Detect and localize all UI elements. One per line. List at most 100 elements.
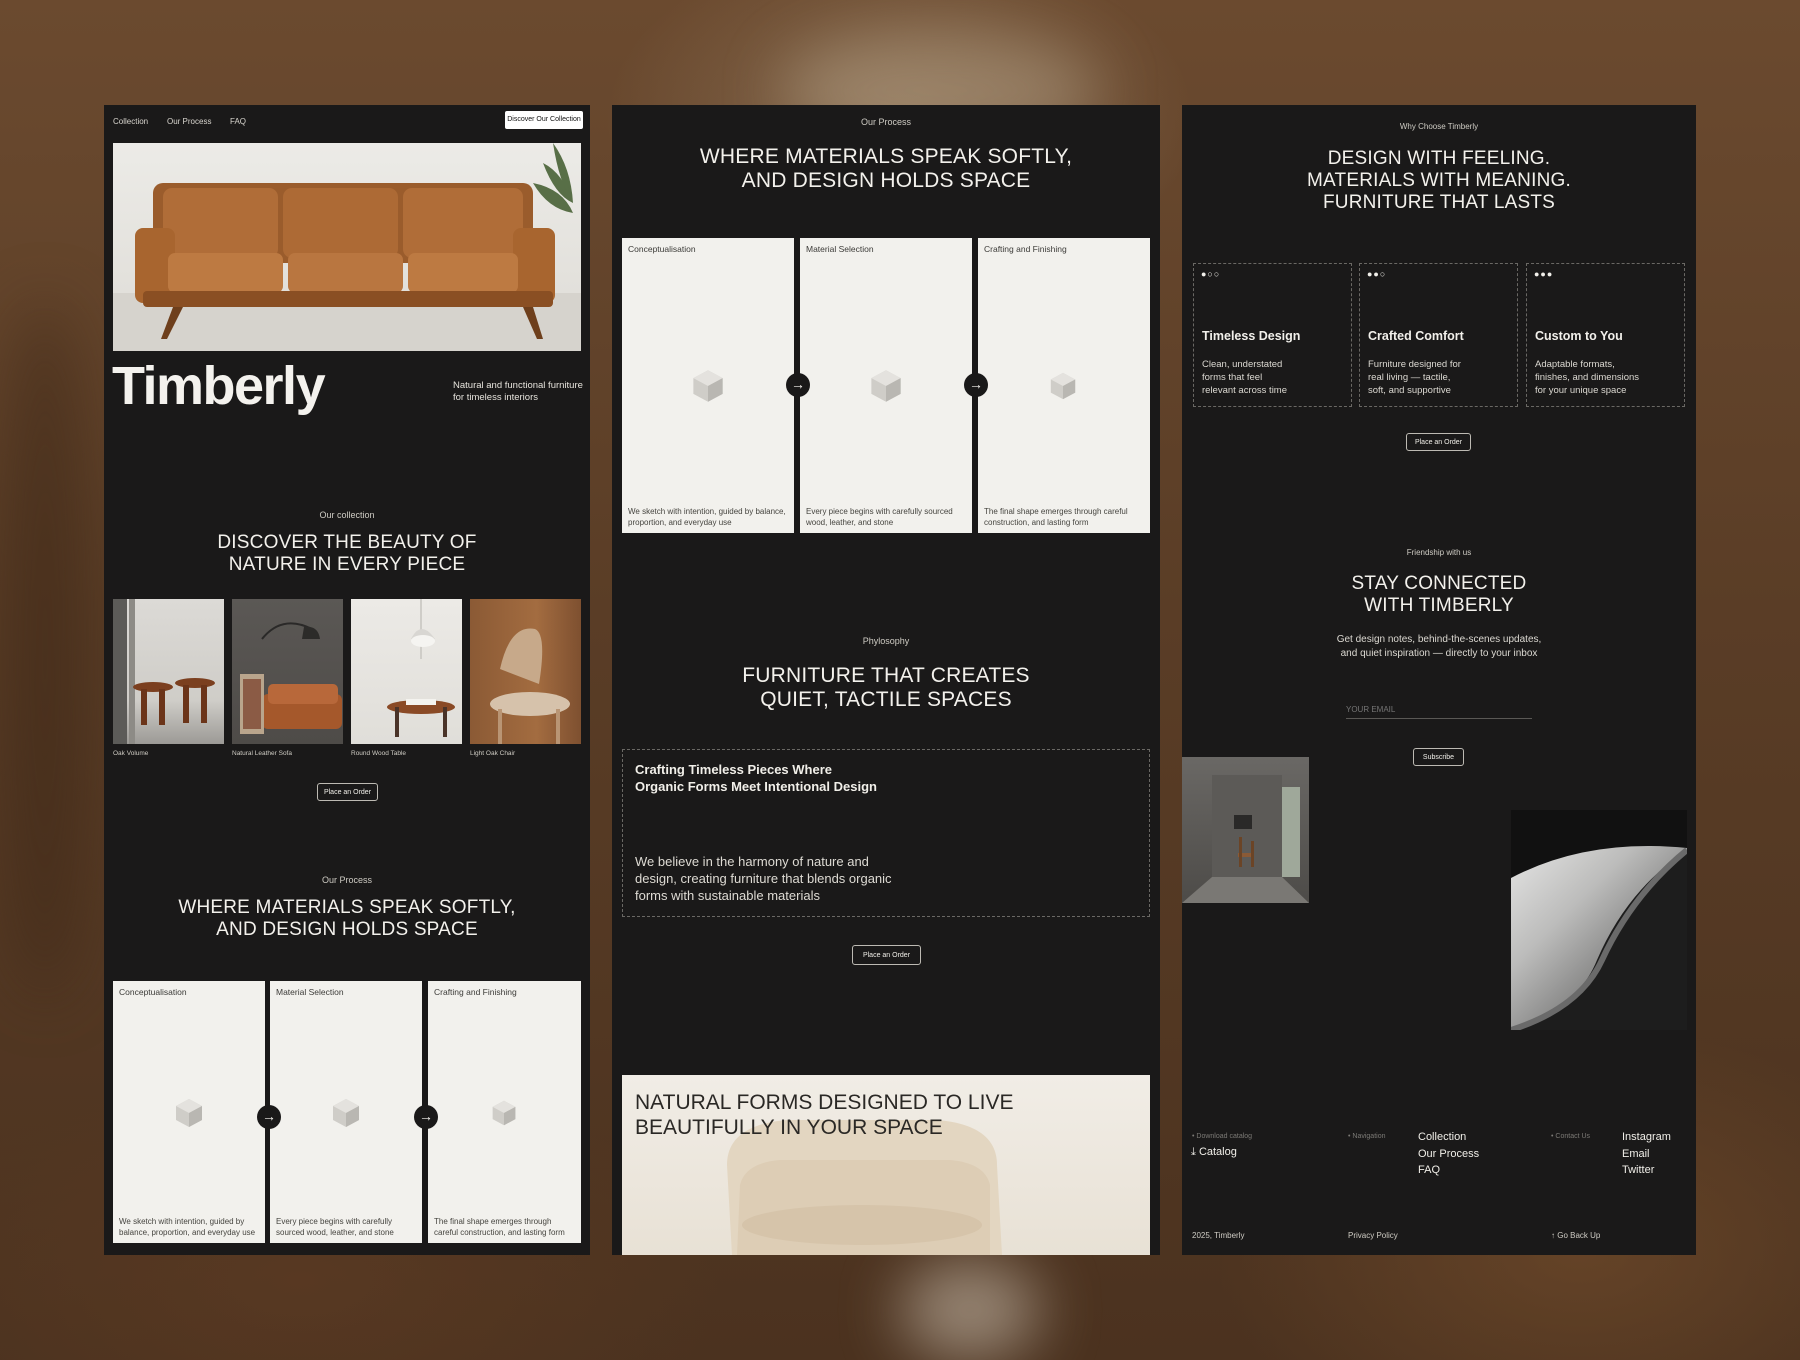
natural-forms-banner: NATURAL FORMS DESIGNED TO LIVE BEAUTIFUL…: [622, 1075, 1150, 1255]
process-step-description: We sketch with intention, guided by bala…: [628, 507, 786, 527]
feature-card-crafted-comfort: ●●○ Crafted Comfort Furniture designed f…: [1359, 263, 1518, 407]
why-place-order-button[interactable]: Place an Order: [1406, 433, 1471, 451]
philosophy-card-body: We believe in the harmony of nature and …: [635, 854, 892, 903]
download-label: • Download catalog: [1192, 1133, 1253, 1140]
why-and-newsletter-panel: Why Choose Timberly DESIGN WITH FEELING.…: [1182, 105, 1696, 1255]
newsletter-description: Get design notes, behind-the-scenes upda…: [1336, 634, 1542, 659]
cube-icon: [1050, 372, 1076, 400]
feature-title: Crafted Comfort: [1368, 329, 1464, 343]
process-step-description: The final shape emerges through careful …: [984, 507, 1128, 527]
dot-indicator-icon: ●●○: [1367, 269, 1387, 279]
footer-link-collection[interactable]: Collection: [1418, 1129, 1479, 1146]
process-philosophy-panel: Our Process WHERE MATERIALS SPEAK SOFTLY…: [612, 105, 1160, 1255]
process-step-label: Conceptualisation: [628, 244, 696, 254]
why-eyebrow: Why Choose Timberly: [1399, 122, 1479, 131]
process-step-description: We sketch with intention, guided by bala…: [119, 1217, 256, 1237]
interior-room-image: [1182, 757, 1309, 903]
go-back-up-link[interactable]: ↑ Go Back Up: [1551, 1231, 1600, 1240]
feature-description: Adaptable formats, finishes, and dimensio…: [1535, 359, 1640, 396]
philosophy-card: Crafting Timeless Pieces Where Organic F…: [622, 749, 1150, 917]
dot-indicator-icon: ●●●: [1534, 269, 1554, 279]
collection-image-oak-volume[interactable]: [113, 599, 224, 744]
dot-indicator-icon: ●○○: [1201, 269, 1221, 279]
feature-card-custom-to-you: ●●● Custom to You Adaptable formats, fini…: [1526, 263, 1685, 407]
footer-contact-links: Instagram Email Twitter: [1622, 1129, 1671, 1179]
hero-sofa-image: [113, 143, 581, 351]
process-card-conceptualisation: Conceptualisation We sketch with intenti…: [113, 981, 265, 1243]
cube-icon: [693, 370, 723, 402]
email-input[interactable]: [1346, 701, 1532, 719]
collection-eyebrow: Our collection: [319, 510, 375, 520]
collection-image-round-table[interactable]: [351, 599, 462, 744]
process-card-material-selection: Material Selection Every piece begins wi…: [270, 981, 422, 1243]
collection-caption-leather-sofa: Natural Leather Sofa: [232, 750, 292, 757]
process-step-label: Crafting and Finishing: [434, 987, 517, 997]
footer-link-twitter[interactable]: Twitter: [1622, 1162, 1671, 1179]
process-card-material-selection: Material Selection Every piece begins wi…: [800, 238, 972, 533]
feature-description: Furniture designed for real living — tact…: [1368, 359, 1461, 396]
cube-icon: [492, 1100, 516, 1126]
catalog-download-link[interactable]: ⤓ Catalog: [1191, 1146, 1237, 1159]
banner-title: NATURAL FORMS DESIGNED TO LIVE BEAUTIFUL…: [635, 1091, 1014, 1140]
collection-caption-oak-volume: Oak Volume: [113, 750, 149, 757]
feature-card-timeless-design: ●○○ Timeless Design Clean, understated fo…: [1193, 263, 1352, 407]
process-title: WHERE MATERIALS SPEAK SOFTLY, AND DESIGN…: [178, 897, 516, 940]
process-step-label: Conceptualisation: [119, 987, 187, 997]
subscribe-button[interactable]: Subscribe: [1413, 748, 1464, 766]
process-step-label: Material Selection: [806, 244, 874, 254]
footer-link-our-process[interactable]: Our Process: [1418, 1146, 1479, 1163]
arrow-right-icon: →: [964, 373, 988, 397]
feature-title: Custom to You: [1535, 329, 1623, 343]
process-step-description: Every piece begins with carefully source…: [806, 507, 953, 527]
philosophy-place-order-button[interactable]: Place an Order: [852, 945, 921, 965]
contact-label: • Contact Us: [1551, 1133, 1591, 1140]
background-blur-bottom: [900, 1260, 1040, 1360]
collection-caption-oak-chair: Light Oak Chair: [470, 750, 516, 757]
arrow-right-icon: →: [786, 373, 810, 397]
process-eyebrow: Our Process: [321, 875, 372, 885]
philosophy-title: FURNITURE THAT CREATES QUIET, TACTILE SP…: [742, 664, 1030, 712]
process-step-label: Crafting and Finishing: [984, 244, 1067, 254]
navigation-label: • Navigation: [1348, 1133, 1386, 1140]
feature-description: Clean, understated forms that feel relevan…: [1202, 359, 1288, 396]
collection-image-oak-chair[interactable]: [470, 599, 581, 744]
process-step-description: The final shape emerges through careful …: [434, 1217, 565, 1237]
philosophy-card-title: Crafting Timeless Pieces Where Organic F…: [635, 762, 877, 794]
process-title: WHERE MATERIALS SPEAK SOFTLY, AND DESIGN…: [699, 145, 1073, 193]
footer-link-email[interactable]: Email: [1622, 1146, 1671, 1163]
cube-icon: [333, 1099, 359, 1127]
footer-link-faq[interactable]: FAQ: [1418, 1162, 1479, 1179]
copyright: 2025, Timberly: [1192, 1231, 1245, 1240]
collection-title: DISCOVER THE BEAUTY OF NATURE IN EVERY P…: [217, 532, 477, 575]
arrow-right-icon: →: [257, 1105, 281, 1129]
arrow-up-icon: ↑: [1551, 1231, 1555, 1240]
discover-collection-button[interactable]: Discover Our Collection: [505, 111, 583, 129]
collection-image-leather-sofa[interactable]: [232, 599, 343, 744]
brand-title: Timberly: [112, 356, 326, 416]
process-card-crafting: Crafting and Finishing The final shape e…: [978, 238, 1150, 533]
philosophy-eyebrow: Phylosophy: [862, 636, 910, 646]
landing-page-panel: Collection Our Process FAQ Discover Our …: [104, 105, 590, 1255]
newsletter-title: STAY CONNECTED WITH TIMBERLY: [1351, 573, 1527, 616]
arrow-right-icon: →: [414, 1105, 438, 1129]
collection-caption-round-table: Round Wood Table: [351, 750, 407, 757]
nav-link-collection[interactable]: Collection: [113, 117, 148, 126]
collection-place-order-button[interactable]: Place an Order: [317, 783, 378, 801]
process-step-description: Every piece begins with carefully source…: [276, 1217, 394, 1237]
privacy-policy-link[interactable]: Privacy Policy: [1348, 1231, 1398, 1240]
nav-link-faq[interactable]: FAQ: [230, 117, 246, 126]
cube-icon: [871, 370, 901, 402]
process-card-crafting: Crafting and Finishing The final shape e…: [428, 981, 581, 1243]
hero-tagline: Natural and functional furniture for tim…: [453, 380, 583, 404]
process-eyebrow: Our Process: [860, 117, 911, 127]
background-blur-left: [0, 300, 90, 1000]
download-icon: ⤓: [1191, 1146, 1196, 1158]
footer-nav-links: Collection Our Process FAQ: [1418, 1129, 1479, 1179]
process-step-label: Material Selection: [276, 987, 344, 997]
feature-title: Timeless Design: [1202, 329, 1301, 343]
fabric-texture-image: [1511, 810, 1687, 1030]
nav-link-our-process[interactable]: Our Process: [167, 117, 211, 126]
cube-icon: [176, 1099, 202, 1127]
footer-link-instagram[interactable]: Instagram: [1622, 1129, 1671, 1146]
newsletter-eyebrow: Friendship with us: [1406, 548, 1472, 557]
